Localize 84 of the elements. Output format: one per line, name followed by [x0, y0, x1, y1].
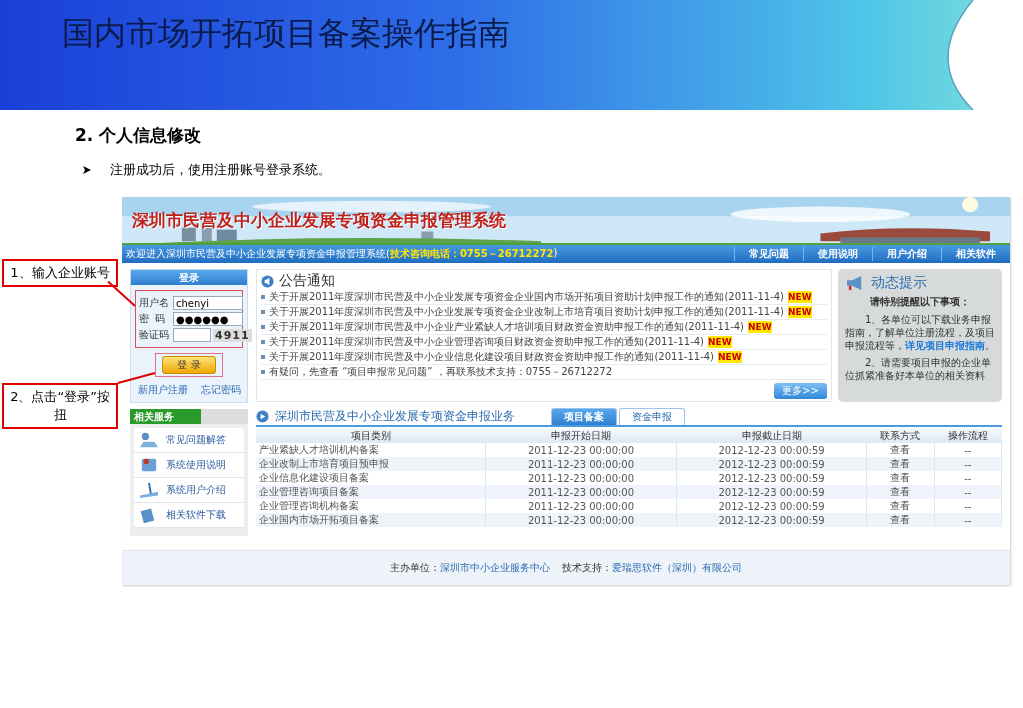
tip-paragraph: 2、请需要项目申报的企业单位抓紧准备好本单位的相关资料	[845, 356, 993, 382]
captcha-image: 4911	[213, 328, 252, 342]
leader-line	[117, 372, 156, 384]
table-cell: --	[934, 513, 1002, 527]
field-label: 用户名	[139, 296, 170, 310]
text-link[interactable]: 忘记密码	[200, 383, 241, 397]
footer-label: 主办单位：	[390, 562, 441, 573]
input-field[interactable]: chenyi	[173, 296, 243, 310]
tip-paragraph: 1、各单位可以下载业务申报指南，了解单位注册流程，及项目申报流程等，详见项目申报指南。	[845, 313, 995, 352]
new-badge: NEW	[748, 321, 772, 333]
table-cell: 查看	[866, 485, 935, 499]
notice-link[interactable]: 关于开展2011年度深圳市民营及中小企业管理咨询项目财政资金资助申报工作的通知(2011-11-4)	[269, 336, 704, 348]
new-badge: NEW	[788, 306, 812, 318]
callout-box: 1、输入企业账号	[2, 259, 118, 287]
table-cell: 2011-12-23 00:00:00	[485, 457, 677, 471]
leader-line	[107, 280, 136, 307]
table-cell: 2012-12-23 00:00:59	[676, 457, 867, 471]
table-cell: 2012-12-23 00:00:59	[676, 513, 867, 527]
captcha-field[interactable]	[173, 328, 211, 342]
table-cell: 查看	[866, 513, 935, 527]
panel-title: 动态提示	[871, 274, 927, 292]
column-header: 申报开始日期	[485, 429, 677, 443]
section-title: 深圳市民营及中小企业发展专项资金申报业务	[275, 408, 515, 425]
column-header: 联系方式	[866, 429, 935, 443]
field-label: 验证码	[139, 328, 170, 342]
service-link[interactable]: 常见问题解答	[134, 428, 244, 453]
notice-link[interactable]: 关于开展2011年度深圳市民营及中小企业发展专项资金企业改制上市培育项目资助计划申报工作的通知(2011-11-4)	[269, 306, 784, 318]
slide-title: 国内市场开拓项目备案操作指南	[62, 13, 510, 54]
tips-subtitle: 请特别提醒以下事项：	[869, 295, 971, 309]
new-badge: NEW	[788, 291, 812, 303]
table-cell: 2011-12-23 00:00:00	[485, 513, 677, 527]
new-badge: NEW	[718, 351, 742, 363]
footer-link[interactable]: 爱瑞思软件（深圳）有限公司	[611, 562, 742, 573]
table-cell: 2011-12-23 00:00:00	[485, 485, 677, 499]
nav-link[interactable]: 用户介绍	[872, 247, 941, 261]
callout-box: 2、点击“登录”按扭	[2, 383, 118, 429]
column-header: 项目类别	[256, 429, 486, 443]
field-label: 密 码	[139, 312, 167, 326]
service-link[interactable]: 相关软件下载	[134, 503, 244, 528]
welcome-text: )	[553, 247, 558, 260]
table-cell: 企业改制上市培育项目预申报	[256, 457, 486, 471]
table-cell: 2012-12-23 00:00:59	[676, 485, 867, 499]
table-cell: 查看	[866, 457, 935, 471]
section-heading: 2. 个人信息修改	[75, 124, 202, 147]
arrow-bullet-icon	[82, 165, 92, 175]
bullet-icon	[261, 325, 265, 329]
notice-link[interactable]: 有疑问，先查看 “项目申报常见问题” ，再联系技术支持：0755－26712272	[269, 366, 613, 378]
bullet-icon	[261, 310, 265, 314]
service-link[interactable]: 系统使用说明	[134, 453, 244, 478]
nav-link[interactable]: 常见问题	[734, 247, 803, 261]
pen-icon	[138, 481, 160, 499]
footer-label: 技术支持：	[561, 562, 612, 573]
column-header: 申报截止日期	[676, 429, 867, 443]
bullet-icon	[261, 370, 265, 374]
table-cell: --	[934, 485, 1002, 499]
nav-link[interactable]: 使用说明	[803, 247, 872, 261]
table-cell: --	[934, 457, 1002, 471]
site-title: 深圳市民营及中小企业发展专项资金申报管理系统	[132, 209, 506, 232]
new-badge: NEW	[708, 336, 732, 348]
hotline-text: 技术咨询电话：0755－26712272	[389, 247, 554, 261]
footer-link[interactable]: 深圳市中小企业服务中心	[440, 562, 551, 573]
input-field[interactable]: ●●●●●●	[173, 312, 243, 326]
table-cell: 企业国内市场开拓项目备案	[256, 513, 486, 527]
notice-link[interactable]: 关于开展2011年度深圳市民营及中小企业信息化建设项目财政资金资助申报工作的通知(2011-11-4)	[269, 351, 714, 363]
column-header: 操作流程	[934, 429, 1002, 443]
table-cell: 企业管理咨询项目备案	[256, 485, 486, 499]
arrow-circle-icon	[256, 410, 269, 423]
login-button[interactable]: 登 录	[162, 356, 216, 374]
panel-header: 登录	[131, 270, 247, 285]
text-link[interactable]: 新用户注册	[137, 383, 188, 397]
notice-link[interactable]: 关于开展2011年度深圳市民营及中小企业产业紧缺人才培训项目财政资金资助申报工作的通知(2011-11-4)	[269, 321, 744, 333]
notice-link[interactable]: 关于开展2011年度深圳市民营及中小企业发展专项资金企业国内市场开拓项目资助计划申报工作的通知(2011-11-4)	[269, 291, 784, 303]
bullet-icon	[261, 355, 265, 359]
speaker-icon	[261, 274, 274, 288]
panel-title: 公告通知	[279, 272, 335, 290]
service-link[interactable]: 系统用户介绍	[134, 478, 244, 503]
tab[interactable]: 资金申报	[619, 408, 685, 425]
nav-link[interactable]: 相关软件	[941, 247, 1010, 261]
bullet-icon	[261, 340, 265, 344]
welcome-text: 欢迎进入深圳市民营及中小企业发展专项资金申报管理系统(	[126, 247, 390, 261]
person-icon	[138, 431, 160, 449]
bullet-icon	[261, 295, 265, 299]
panel-header: 相关服务	[130, 409, 248, 424]
bullet-text: 注册成功后，使用注册账号登录系统。	[110, 161, 331, 179]
